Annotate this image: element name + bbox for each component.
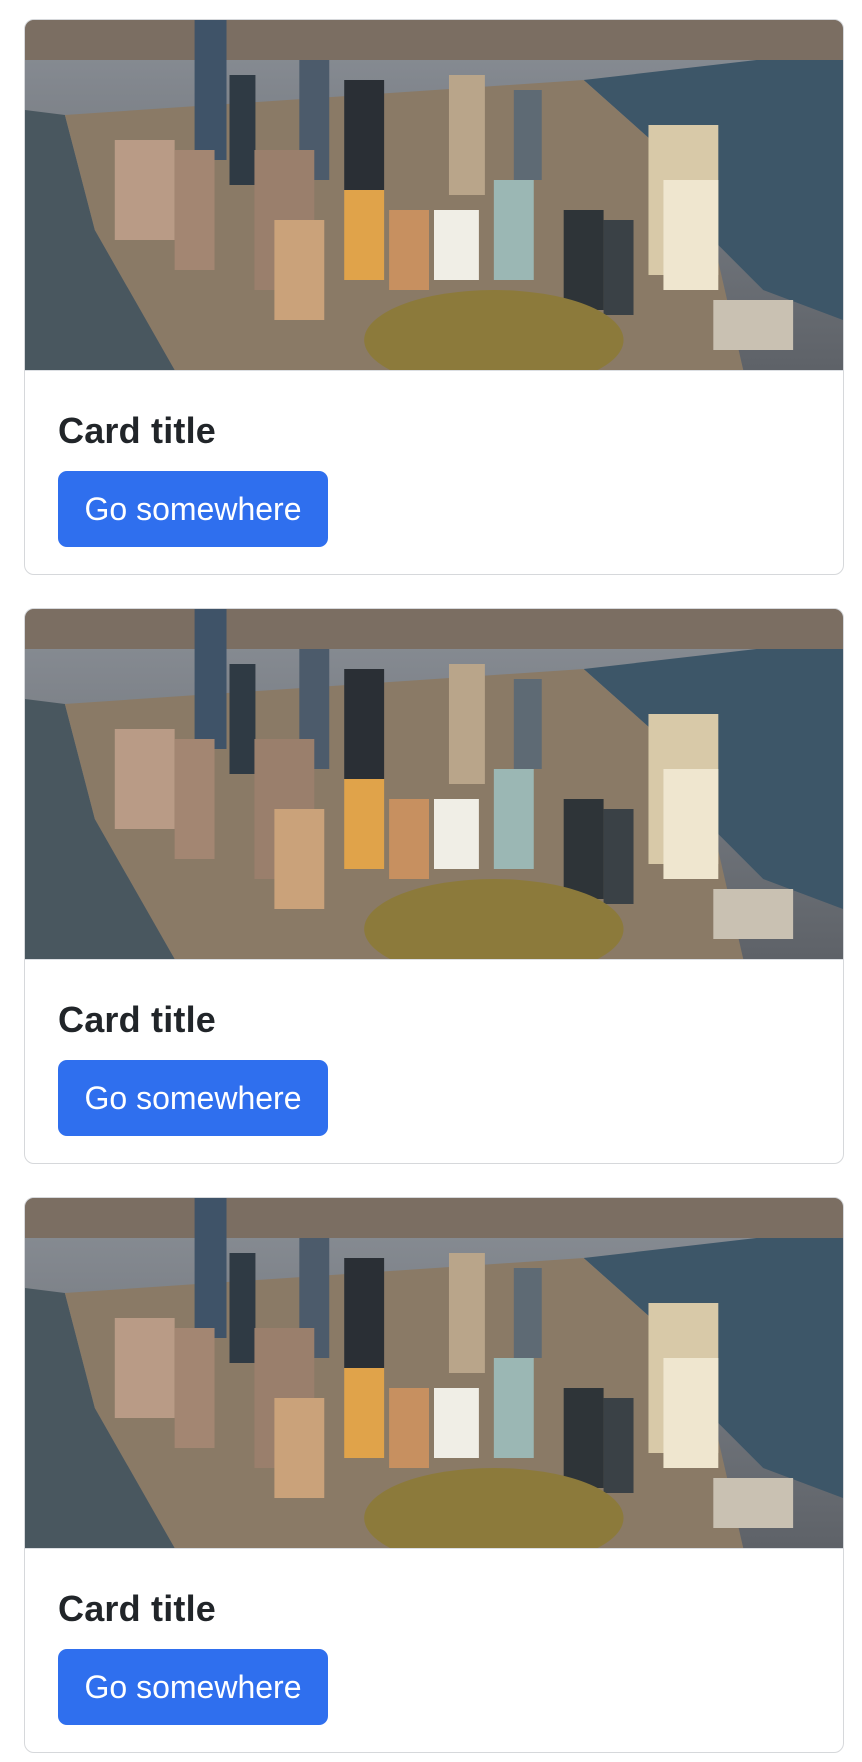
card-title: Card title xyxy=(58,999,217,1040)
go-somewhere-button[interactable]: Go somewhere xyxy=(58,1649,328,1725)
card: Card title Go somewhere xyxy=(24,1197,844,1753)
card-image xyxy=(25,1198,843,1549)
card-image xyxy=(25,609,843,960)
go-somewhere-button[interactable]: Go somewhere xyxy=(58,471,328,547)
card-image xyxy=(25,20,843,371)
card-title: Card title xyxy=(58,410,217,451)
card: Card title Go somewhere xyxy=(24,608,844,1164)
page: Card title Go somewhere Card title Go so… xyxy=(0,0,862,1762)
go-somewhere-button[interactable]: Go somewhere xyxy=(58,1060,328,1136)
card: Card title Go somewhere xyxy=(24,19,844,575)
card-title: Card title xyxy=(58,1588,217,1629)
